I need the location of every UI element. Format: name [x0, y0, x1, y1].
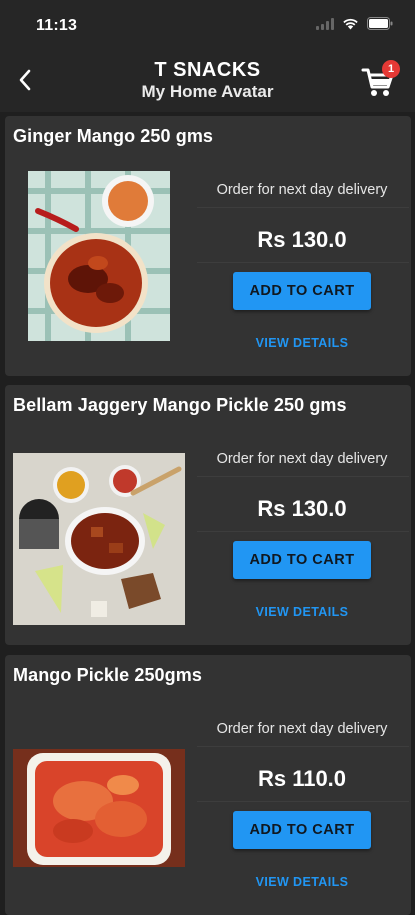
divider — [197, 207, 409, 208]
delivery-info: Order for next day delivery — [216, 182, 388, 198]
status-time: 11:13 — [36, 17, 78, 34]
product-image[interactable] — [13, 453, 185, 625]
product-name: Mango Pickle 250gms — [13, 665, 202, 685]
divider — [197, 746, 409, 747]
cart-count-badge: 1 — [382, 60, 400, 78]
divider — [197, 801, 409, 802]
status-bar: 11:13 — [0, 0, 415, 50]
divider — [197, 262, 409, 263]
battery-icon — [367, 17, 393, 30]
delivery-info: Order for next day delivery — [216, 721, 388, 737]
product-price: Rs 110.0 — [257, 766, 347, 791]
header-title-block: T SNACKS My Home Avatar — [0, 59, 415, 103]
delivery-info: Order for next day delivery — [216, 451, 388, 467]
product-price: Rs 130.0 — [257, 227, 347, 252]
add-to-cart-button[interactable]: ADD TO CART — [233, 541, 371, 579]
add-to-cart-button[interactable]: ADD TO CART — [233, 811, 371, 849]
product-name: Ginger Mango 250 gms — [13, 126, 214, 146]
status-icons — [316, 17, 393, 30]
cart-button[interactable]: 1 — [361, 60, 401, 100]
ginger-mango-photo — [28, 171, 170, 341]
cellular-signal-icon — [316, 17, 334, 30]
add-to-cart-button[interactable]: ADD TO CART — [233, 272, 371, 310]
view-details-link[interactable]: VIEW DETAILS — [203, 336, 401, 350]
product-card: Mango Pickle 250gms Order for next day d… — [5, 655, 411, 915]
product-image[interactable] — [28, 171, 170, 341]
jaggery-mango-photo — [13, 453, 185, 625]
product-image[interactable] — [13, 749, 185, 867]
mango-pickle-photo — [13, 749, 185, 867]
wifi-icon — [342, 17, 359, 30]
page-subtitle: My Home Avatar — [141, 82, 274, 101]
product-name: Bellam Jaggery Mango Pickle 250 gms — [13, 395, 347, 415]
divider — [197, 531, 409, 532]
view-details-link[interactable]: VIEW DETAILS — [203, 605, 401, 619]
divider — [197, 476, 409, 477]
page-title: T SNACKS — [154, 59, 261, 81]
product-card: Bellam Jaggery Mango Pickle 250 gms Orde… — [5, 385, 411, 645]
app-header: T SNACKS My Home Avatar 1 — [0, 50, 415, 112]
view-details-link[interactable]: VIEW DETAILS — [203, 875, 401, 889]
product-price: Rs 130.0 — [257, 496, 347, 521]
product-card: Ginger Mango 250 gms Order for next day … — [5, 116, 411, 376]
